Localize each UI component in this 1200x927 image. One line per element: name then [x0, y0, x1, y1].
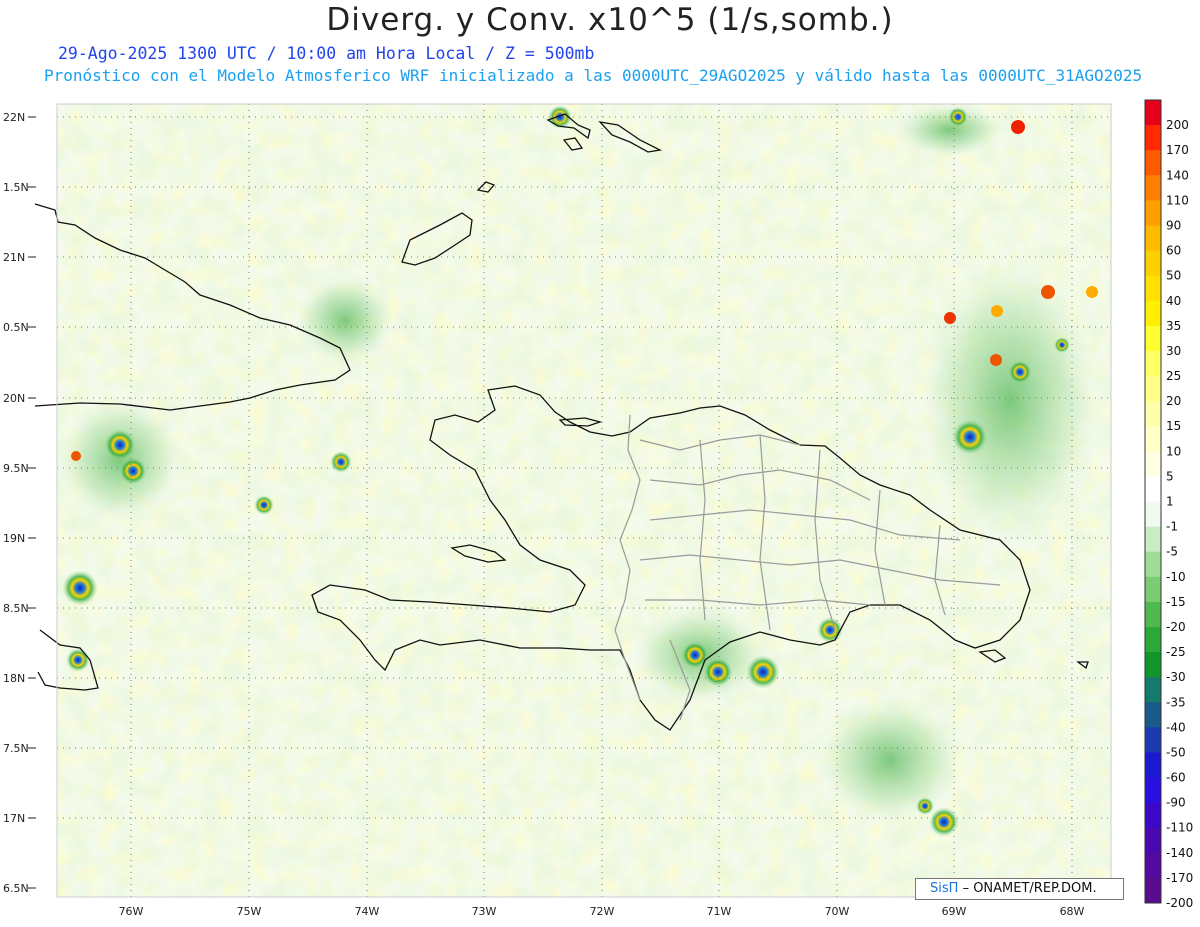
colorbar-label: 1	[1166, 495, 1174, 509]
colorbar-segment	[1145, 125, 1161, 151]
colorbar-label: 110	[1166, 193, 1189, 207]
colorbar-segment	[1145, 325, 1161, 352]
colorbar-segment	[1145, 275, 1161, 302]
colorbar-label: 50	[1166, 269, 1181, 283]
colorbar-segment	[1145, 200, 1161, 226]
colorbar-segment	[1145, 752, 1161, 778]
colorbar-segment	[1145, 852, 1161, 879]
colorbar-label: 30	[1166, 344, 1181, 358]
divergence-map: 22N 1.5N 21N 0.5N 20N 9.5N 19N 8.5N 18N …	[3, 99, 1193, 918]
colorbar-label: 15	[1166, 419, 1181, 433]
colorbar-segment	[1145, 100, 1161, 126]
colorbar-label: 170	[1166, 143, 1189, 157]
lat-label: 20N	[3, 392, 25, 405]
colorbar-label: 40	[1166, 294, 1181, 308]
lon-label: 72W	[590, 905, 615, 918]
sispi-logo: SisΠ	[930, 881, 959, 896]
colorbar-label: -1	[1166, 520, 1178, 534]
colorbar-segment	[1145, 877, 1161, 904]
colorbar-label: 60	[1166, 244, 1181, 258]
colorbar-label: -15	[1166, 595, 1186, 609]
colorbar-label: -40	[1166, 720, 1186, 734]
colorbar-segment	[1145, 652, 1161, 678]
colorbar-label: 140	[1166, 168, 1189, 182]
colorbar-segment	[1145, 601, 1161, 628]
colorbar-label: -200	[1166, 896, 1193, 910]
colorbar-segment	[1145, 802, 1161, 829]
colorbar-segment	[1145, 626, 1161, 653]
lon-label: 69W	[942, 905, 967, 918]
colorbar-segment	[1145, 401, 1161, 427]
colorbar-segment	[1145, 727, 1161, 753]
lat-label: 7.5N	[3, 742, 29, 755]
colorbar-label: 10	[1166, 444, 1181, 458]
colorbar-label: 25	[1166, 369, 1181, 383]
colorbar-segment	[1145, 451, 1161, 477]
lon-label: 74W	[355, 905, 380, 918]
lat-label: 22N	[3, 111, 25, 124]
colorbar-label: -140	[1166, 846, 1193, 860]
colorbar-label: -5	[1166, 545, 1178, 559]
lon-label: 70W	[825, 905, 850, 918]
colorbar-label: 5	[1166, 469, 1174, 483]
colorbar-label: -60	[1166, 771, 1186, 785]
colorbar-label: -30	[1166, 670, 1186, 684]
colorbar-segment	[1145, 250, 1161, 277]
colorbar-segment	[1145, 827, 1161, 854]
colorbar-label: -20	[1166, 620, 1186, 634]
colorbar-segment	[1145, 150, 1161, 176]
colorbar-segment	[1145, 300, 1161, 327]
colorbar: 200 170 140 110 90 60 50 40 35 30 25 20 15 10 5 1 -1 -5 -1…	[1144, 99, 1193, 910]
lon-axis: 76W 75W 74W 73W 72W 71W 70W 69W 68W	[119, 905, 1085, 918]
colorbar-label: -50	[1166, 745, 1186, 759]
colorbar-label: -35	[1166, 695, 1186, 709]
lon-label: 76W	[119, 905, 144, 918]
colorbar-segment	[1145, 476, 1161, 502]
lat-label: 6.5N	[3, 882, 29, 895]
colorbar-segment	[1145, 501, 1161, 527]
lat-label: 1.5N	[3, 181, 29, 194]
map-title: Diverg. y Conv. x10^5 (1/s,somb.)	[326, 2, 894, 38]
credit-box: SisΠ – ONAMET/REP.DOM.	[915, 878, 1124, 900]
lat-label: 18N	[3, 672, 25, 685]
lat-label: 8.5N	[3, 602, 29, 615]
colorbar-label: -90	[1166, 796, 1186, 810]
colorbar-segment	[1145, 777, 1161, 804]
forecast-time: 29-Ago-2025 1300 UTC / 10:00 am Hora Loc…	[58, 44, 595, 63]
credit-text: – ONAMET/REP.DOM.	[962, 881, 1097, 896]
lon-label: 73W	[472, 905, 497, 918]
colorbar-label: 20	[1166, 394, 1181, 408]
colorbar-label: -170	[1166, 871, 1193, 885]
colorbar-label: -25	[1166, 645, 1186, 659]
colorbar-label: 90	[1166, 218, 1181, 232]
colorbar-segment	[1145, 426, 1161, 452]
colorbar-segment	[1145, 702, 1161, 728]
colorbar-label: 200	[1166, 118, 1189, 132]
colorbar-label: -110	[1166, 821, 1193, 835]
colorbar-label: -10	[1166, 570, 1186, 584]
colorbar-label: 35	[1166, 319, 1181, 333]
colorbar-segment	[1145, 576, 1161, 603]
lon-label: 71W	[707, 905, 732, 918]
lon-label: 75W	[237, 905, 262, 918]
colorbar-segment	[1145, 350, 1161, 377]
lat-label: 17N	[3, 812, 25, 825]
lat-label: 19N	[3, 532, 25, 545]
lat-label: 9.5N	[3, 462, 29, 475]
colorbar-segment	[1145, 526, 1161, 553]
colorbar-segment	[1145, 551, 1161, 578]
lat-axis: 22N 1.5N 21N 0.5N 20N 9.5N 19N 8.5N 18N …	[3, 111, 29, 895]
colorbar-segment	[1145, 677, 1161, 703]
lat-label: 0.5N	[3, 321, 29, 334]
colorbar-segment	[1145, 376, 1161, 402]
colorbar-segment	[1145, 175, 1161, 201]
colorbar-segment	[1145, 225, 1161, 251]
lat-label: 21N	[3, 251, 25, 264]
lat-ticks	[28, 116, 36, 889]
lon-label: 68W	[1060, 905, 1085, 918]
model-info: Pronóstico con el Modelo Atmosferico WRF…	[44, 66, 1143, 85]
